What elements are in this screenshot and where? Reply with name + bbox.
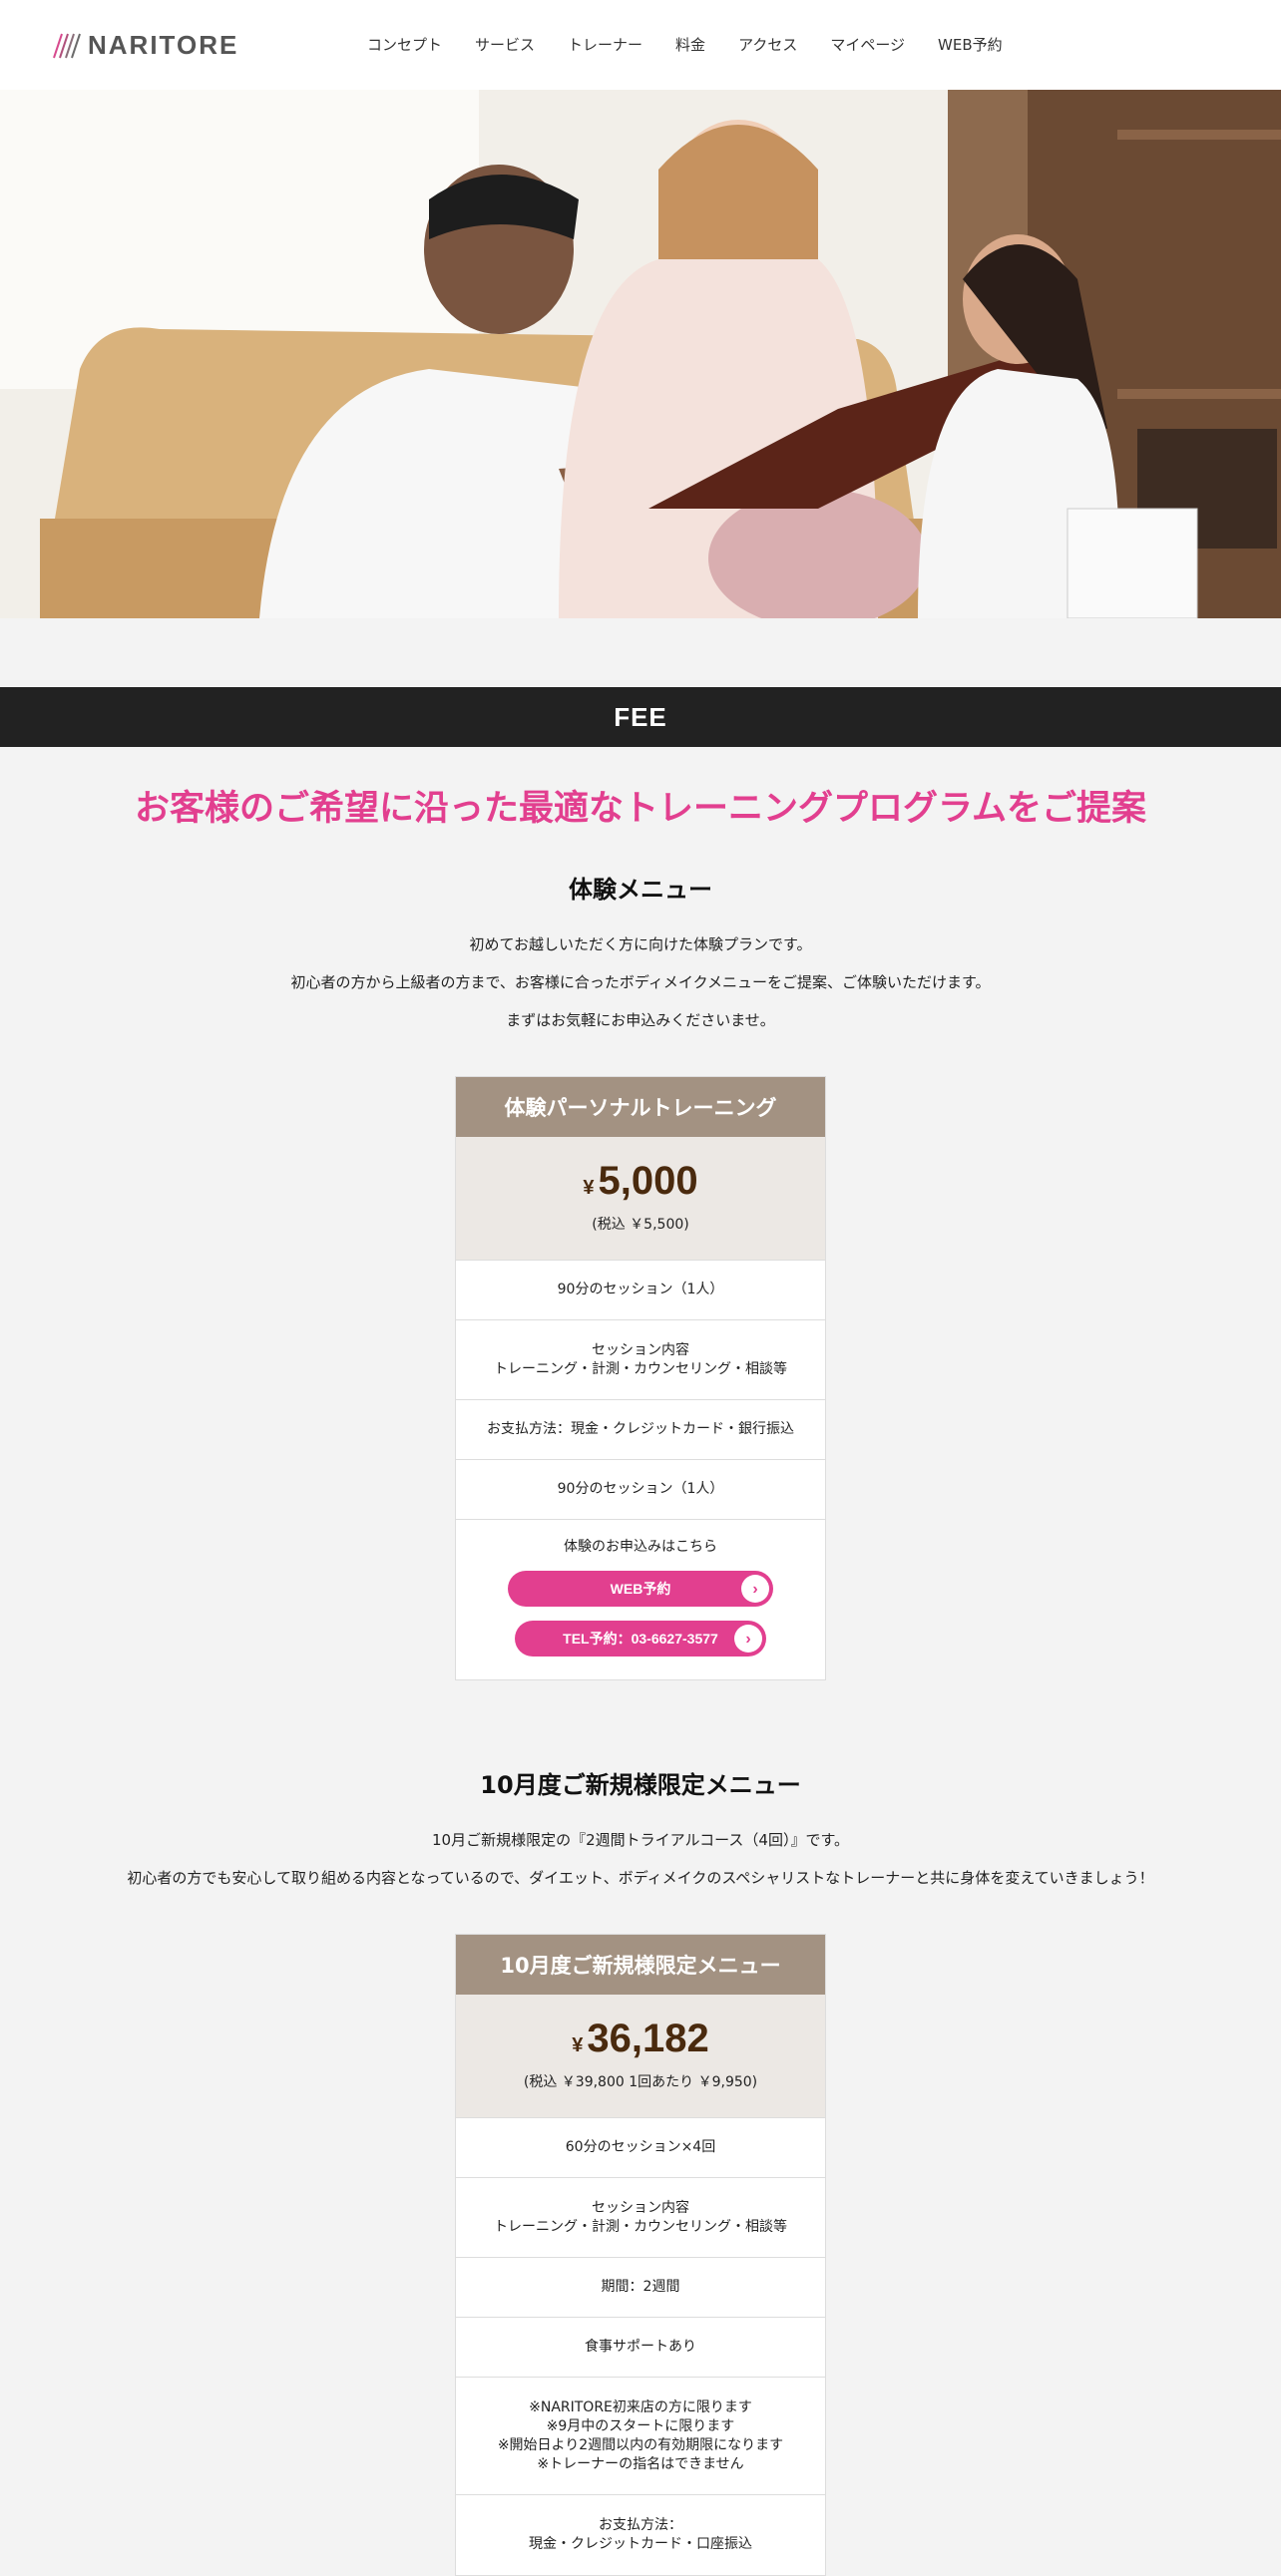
october-session-text: 60分のセッション×4回 <box>565 2139 716 2155</box>
trial-price-tax: (税込 ￥5,500) <box>592 1217 689 1233</box>
yen-symbol: ¥ <box>583 1177 595 1199</box>
october-note-4: ※トレーナーの指名はできません <box>537 2455 744 2472</box>
october-price-amount: 36,182 <box>587 2017 709 2060</box>
october-payment-detail: 現金・クレジットカード・口座振込 <box>529 2536 752 2552</box>
october-card-price-block: ¥36,182 (税込 ￥39,800 1回あたり ￥9,950) <box>456 1995 825 2118</box>
october-content-label: セッション内容 <box>592 2199 689 2216</box>
october-price-tax: (税込 ￥39,800 1回あたり ￥9,950) <box>523 2074 758 2090</box>
october-period-text: 期間：2週間 <box>601 2279 680 2295</box>
october-card-title: 10月度ご新規様限定メニュー <box>456 1935 825 1995</box>
nav-trainer[interactable]: トレーナー <box>568 34 642 55</box>
nav-service[interactable]: サービス <box>475 34 535 55</box>
trial-section-title: 体験メニュー <box>569 876 712 904</box>
main-nav: コンセプト サービス トレーナー 料金 アクセス マイページ WEB予約 <box>367 34 1036 55</box>
trial-card-title: 体験パーソナルトレーニング <box>456 1077 825 1137</box>
site-header: NARITORE コンセプト サービス トレーナー 料金 アクセス マイページ … <box>0 0 1281 90</box>
trial-apply-label: 体験のお申込みはこちら <box>564 1539 717 1555</box>
yen-symbol: ¥ <box>572 2034 584 2056</box>
trial-paragraph-2: 初心者の方から上級者の方まで、お客様に合ったボディメイクメニューをご提案、ご体験… <box>290 973 991 991</box>
october-paragraph-1: 10月ご新規様限定の『2週間トライアルコース（4回）』です。 <box>432 1831 849 1849</box>
trial-row-apply: 体験のお申込みはこちら WEB予約 › TEL予約：03-6627-3577 › <box>456 1520 825 1679</box>
october-row-period: 期間：2週間 <box>456 2258 825 2318</box>
nav-access[interactable]: アクセス <box>738 34 797 55</box>
tel-reserve-button[interactable]: TEL予約：03-6627-3577 › <box>515 1621 766 1656</box>
october-price-card: 10月度ご新規様限定メニュー ¥36,182 (税込 ￥39,800 1回あたり… <box>455 1934 826 2576</box>
october-meal-text: 食事サポートあり <box>585 2339 696 2355</box>
trial-row-content: セッション内容 トレーニング・計測・カウンセリング・相談等 <box>456 1320 825 1400</box>
hero-photo-illustration <box>0 90 1281 618</box>
october-section-title: 10月度ご新規様限定メニュー <box>480 1771 801 1799</box>
logo-mark-icon <box>53 33 81 59</box>
october-note-1: ※NARITORE初来店の方に限ります <box>529 2398 752 2415</box>
october-row-payment: お支払方法： 現金・クレジットカード・口座振込 <box>456 2495 825 2575</box>
chevron-right-icon: › <box>734 1625 762 1653</box>
trial-card-price-block: ¥5,000 (税込 ￥5,500) <box>456 1137 825 1261</box>
web-reserve-label: WEB予約 <box>610 1580 671 1597</box>
october-note-2: ※9月中のスタートに限ります <box>546 2417 735 2434</box>
logo-text: NARITORE <box>88 29 239 60</box>
logo[interactable]: NARITORE <box>52 28 238 62</box>
october-row-content: セッション内容 トレーニング・計測・カウンセリング・相談等 <box>456 2178 825 2258</box>
october-content-detail: トレーニング・計測・カウンセリング・相談等 <box>494 2218 787 2235</box>
october-row-meal: 食事サポートあり <box>456 2318 825 2378</box>
nav-web-reserve[interactable]: WEB予約 <box>938 34 1003 55</box>
fee-section-bar: FEE <box>0 687 1281 747</box>
trial-paragraph-3: まずはお気軽にお申込みくださいませ。 <box>506 1011 775 1029</box>
trial-price-amount: 5,000 <box>598 1159 698 1203</box>
fee-headline: お客様のご希望に沿った最適なトレーニングプログラムをご提案 <box>135 789 1146 829</box>
october-paragraph-2: 初心者の方でも安心して取り組める内容となっているので、ダイエット、ボディメイクの… <box>127 1869 1154 1887</box>
trial-row-session-2: 90分のセッション（1人） <box>456 1460 825 1520</box>
october-payment-label: お支払方法： <box>599 2517 682 2533</box>
trial-price-card: 体験パーソナルトレーニング ¥5,000 (税込 ￥5,500) 90分のセッシ… <box>455 1076 826 1680</box>
trial-session-text-2: 90分のセッション（1人） <box>557 1481 724 1497</box>
trial-payment-text: お支払方法：現金・クレジットカード・銀行振込 <box>487 1421 794 1437</box>
chevron-right-icon: › <box>741 1575 769 1603</box>
trial-row-payment: お支払方法：現金・クレジットカード・銀行振込 <box>456 1400 825 1460</box>
hero-image <box>0 90 1281 618</box>
web-reserve-button[interactable]: WEB予約 › <box>508 1571 773 1607</box>
trial-content-detail: トレーニング・計測・カウンセリング・相談等 <box>494 1360 787 1377</box>
trial-price: ¥5,000 <box>456 1159 825 1204</box>
trial-session-text: 90分のセッション（1人） <box>557 1282 724 1297</box>
october-row-session: 60分のセッション×4回 <box>456 2118 825 2178</box>
october-note-3: ※開始日より2週間以内の有効期限になります <box>497 2436 784 2453</box>
october-price: ¥36,182 <box>456 2017 825 2061</box>
nav-concept[interactable]: コンセプト <box>367 34 442 55</box>
trial-row-session: 90分のセッション（1人） <box>456 1261 825 1320</box>
trial-content-label: セッション内容 <box>592 1341 689 1358</box>
nav-mypage[interactable]: マイページ <box>830 34 905 55</box>
nav-fee[interactable]: 料金 <box>675 34 705 55</box>
october-row-notes: ※NARITORE初来店の方に限ります ※9月中のスタートに限ります ※開始日よ… <box>456 2378 825 2495</box>
tel-reserve-label: TEL予約：03-6627-3577 <box>563 1630 718 1647</box>
trial-paragraph-1: 初めてお越しいただく方に向けた体験プランです。 <box>469 935 812 953</box>
